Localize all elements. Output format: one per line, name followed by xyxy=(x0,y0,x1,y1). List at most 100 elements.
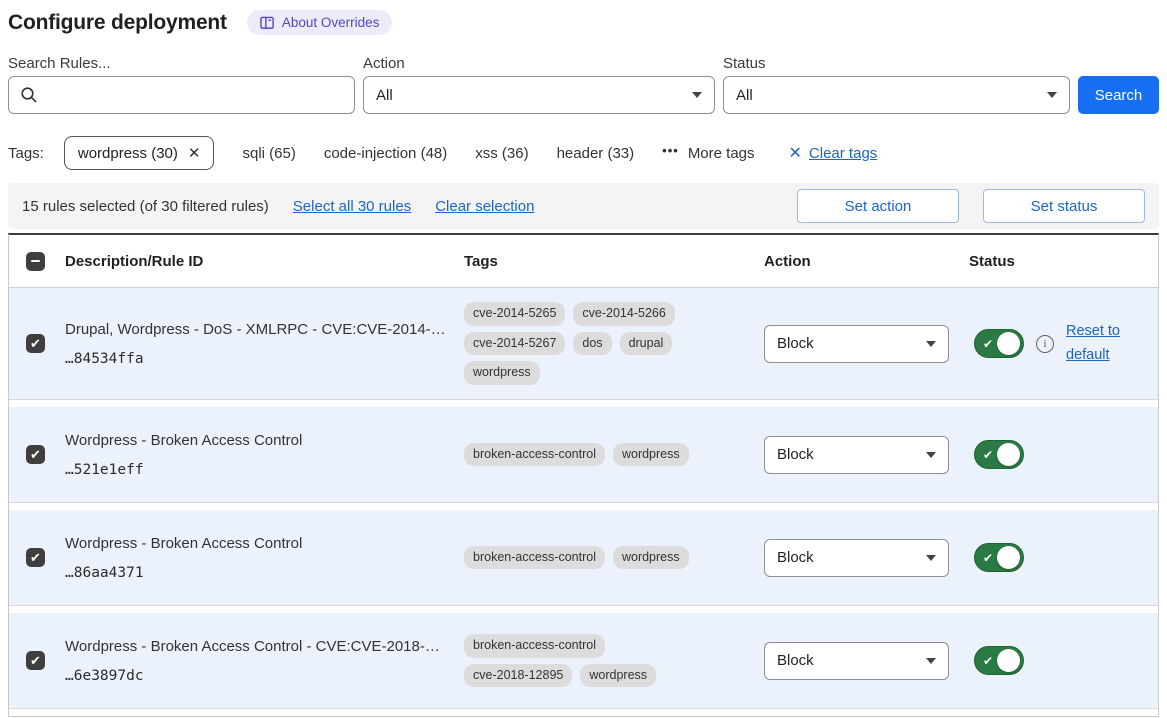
selection-bar: 15 rules selected (of 30 filtered rules)… xyxy=(8,183,1159,229)
tag-pill: cve-2018-12895 xyxy=(464,664,572,688)
remove-tag-icon[interactable]: ✕ xyxy=(188,144,201,162)
check-icon: ✔ xyxy=(30,551,41,564)
search-icon xyxy=(20,86,38,104)
chevron-down-icon xyxy=(926,341,936,347)
action-select[interactable]: All xyxy=(363,76,715,114)
row-checkbox[interactable]: ✔ xyxy=(26,651,45,670)
status-label: Status xyxy=(723,55,1070,72)
set-action-button[interactable]: Set action xyxy=(797,189,959,223)
search-filter: Search Rules... xyxy=(8,55,355,114)
rule-id: …521e1eff xyxy=(65,462,464,478)
check-icon: ✔ xyxy=(983,338,993,350)
more-tags-label: More tags xyxy=(688,145,755,162)
book-icon xyxy=(260,16,275,30)
column-header-status: Status xyxy=(969,253,1158,270)
info-icon[interactable]: i xyxy=(1036,335,1054,353)
clear-tags-button[interactable]: ✕ Clear tags xyxy=(789,143,878,163)
row-action-value: Block xyxy=(777,335,814,352)
rule-id: …86aa4371 xyxy=(65,565,464,581)
tag-pill: cve-2014-5266 xyxy=(573,302,674,326)
chevron-down-icon xyxy=(926,555,936,561)
status-toggle[interactable]: ✔ xyxy=(974,543,1024,572)
check-icon: ✔ xyxy=(30,337,41,350)
column-header-action: Action xyxy=(764,253,969,270)
rule-title: Drupal, Wordpress - DoS - XMLRPC - CVE:C… xyxy=(65,321,464,338)
row-action-select[interactable]: Block xyxy=(764,539,949,577)
rule-title: Wordpress - Broken Access Control xyxy=(65,535,464,552)
toggle-knob xyxy=(997,649,1020,672)
reset-to-default-link[interactable]: Reset to default xyxy=(1066,320,1128,368)
status-select[interactable]: All xyxy=(723,76,1070,114)
tag-pill: wordpress xyxy=(580,664,656,688)
row-checkbox[interactable]: ✔ xyxy=(26,548,45,567)
search-input[interactable] xyxy=(9,77,354,113)
tag-pill: drupal xyxy=(620,332,673,356)
check-icon: ✔ xyxy=(30,654,41,667)
row-action-value: Block xyxy=(777,652,814,669)
rule-id: …6e3897dc xyxy=(65,668,464,684)
chevron-down-icon xyxy=(926,452,936,458)
toggle-knob xyxy=(997,443,1020,466)
tag-pill: broken-access-control xyxy=(464,443,605,467)
table-row: ✔ Drupal, Wordpress - DoS - XMLRPC - CVE… xyxy=(9,288,1158,400)
ellipsis-icon: ••• xyxy=(662,143,679,158)
tag-pill: wordpress xyxy=(613,546,689,570)
rule-id: …84534ffa xyxy=(65,351,464,367)
chevron-down-icon xyxy=(926,658,936,664)
clear-icon: ✕ xyxy=(789,143,802,163)
tag-pill: wordpress xyxy=(613,443,689,467)
check-icon: ✔ xyxy=(30,448,41,461)
tag-pill: cve-2014-5265 xyxy=(464,302,565,326)
tag-option-xss[interactable]: xss (36) xyxy=(475,145,528,162)
chevron-down-icon xyxy=(1047,92,1057,98)
selection-summary: 15 rules selected (of 30 filtered rules) xyxy=(22,198,269,215)
column-header-tags: Tags xyxy=(464,253,764,270)
tag-pill: wordpress xyxy=(464,361,540,385)
row-action-select[interactable]: Block xyxy=(764,325,949,363)
tag-option-header[interactable]: header (33) xyxy=(557,145,635,162)
select-all-link[interactable]: Select all 30 rules xyxy=(293,198,411,215)
tag-pill: broken-access-control xyxy=(464,634,605,658)
chevron-down-icon xyxy=(692,92,702,98)
row-action-select[interactable]: Block xyxy=(764,436,949,474)
status-toggle[interactable]: ✔ xyxy=(974,646,1024,675)
check-icon: ✔ xyxy=(983,449,993,461)
about-overrides-button[interactable]: About Overrides xyxy=(247,10,393,35)
select-all-checkbox[interactable] xyxy=(26,252,45,271)
page-header: Configure deployment About Overrides xyxy=(8,8,1159,35)
tag-option-sqli[interactable]: sqli (65) xyxy=(242,145,295,162)
rule-title: Wordpress - Broken Access Control xyxy=(65,432,464,449)
tags-label: Tags: xyxy=(8,145,44,162)
check-icon: ✔ xyxy=(983,552,993,564)
more-tags-button[interactable]: ••• More tags xyxy=(662,145,754,162)
tag-option-code-injection[interactable]: code-injection (48) xyxy=(324,145,447,162)
toggle-knob xyxy=(997,546,1020,569)
search-rules-label: Search Rules... xyxy=(8,55,355,72)
search-button[interactable]: Search xyxy=(1078,76,1159,114)
clear-tags-label: Clear tags xyxy=(809,145,877,162)
toggle-knob xyxy=(997,332,1020,355)
search-input-wrap xyxy=(8,76,355,114)
tags-bar: Tags: wordpress (30) ✕ sqli (65) code-in… xyxy=(8,135,1159,171)
set-status-button[interactable]: Set status xyxy=(983,189,1145,223)
status-filter: Status All xyxy=(723,55,1070,114)
indeterminate-dash-icon xyxy=(31,260,40,263)
row-action-select[interactable]: Block xyxy=(764,642,949,680)
filters-bar: Search Rules... Action All Status All Se… xyxy=(8,55,1159,114)
action-filter: Action All xyxy=(363,55,715,114)
check-icon: ✔ xyxy=(983,655,993,667)
tag-pill: dos xyxy=(573,332,611,356)
selected-tag-label: wordpress (30) xyxy=(78,145,178,162)
status-toggle[interactable]: ✔ xyxy=(974,440,1024,469)
status-select-value: All xyxy=(736,87,753,104)
row-checkbox[interactable]: ✔ xyxy=(26,445,45,464)
rule-title: Wordpress - Broken Access Control - CVE:… xyxy=(65,638,464,655)
action-label: Action xyxy=(363,55,715,72)
row-checkbox[interactable]: ✔ xyxy=(26,334,45,353)
status-toggle[interactable]: ✔ xyxy=(974,329,1024,358)
clear-selection-link[interactable]: Clear selection xyxy=(435,198,534,215)
rules-table: Description/Rule ID Tags Action Status ✔… xyxy=(8,233,1159,717)
selected-tag-wordpress[interactable]: wordpress (30) ✕ xyxy=(64,136,215,170)
table-row: ✔ Wordpress - Broken Access Control …86a… xyxy=(9,510,1158,606)
row-action-value: Block xyxy=(777,446,814,463)
